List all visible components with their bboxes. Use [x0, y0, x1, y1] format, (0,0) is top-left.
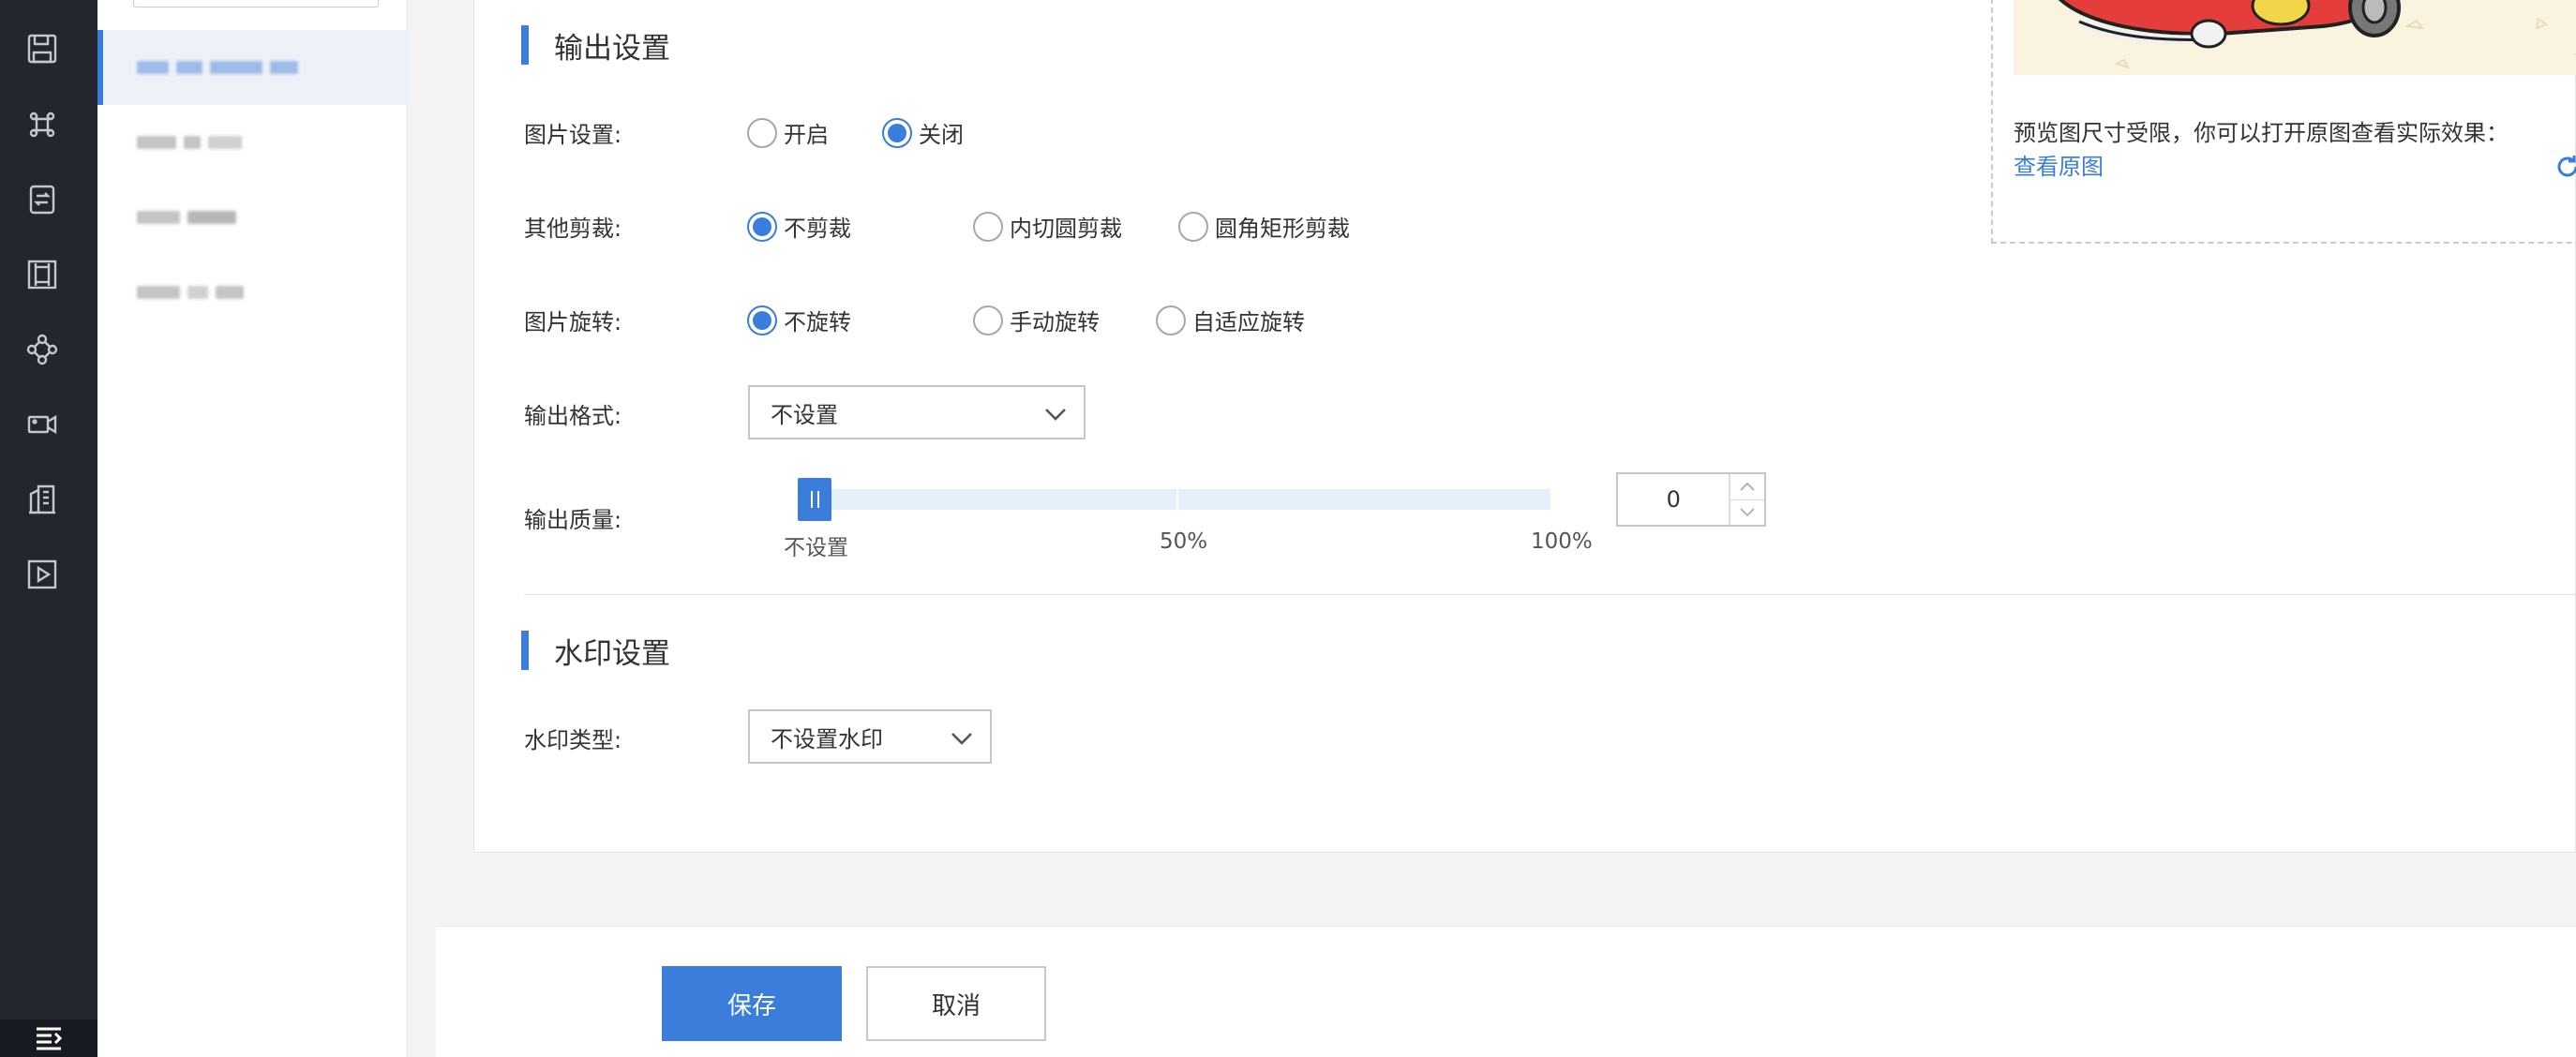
nav-item[interactable]: [97, 105, 408, 180]
format-label: 输出格式:: [524, 403, 622, 429]
radio-circle: [973, 211, 1003, 242]
watermark-settings-title: 水印设置: [521, 631, 670, 671]
watermark-select-value: 不设置水印: [771, 725, 883, 752]
watermark-type-label: 水印类型:: [524, 727, 622, 753]
radio-circle: [747, 117, 777, 148]
radio-label: 不旋转: [784, 309, 851, 335]
radio-label: 内切圆剪裁: [1010, 216, 1122, 242]
quality-slider-track[interactable]: [802, 489, 1550, 510]
nav-item[interactable]: [97, 180, 408, 255]
radio-manual-rotate[interactable]: 手动旋转: [973, 304, 1100, 336]
radio-image-off[interactable]: 关闭: [882, 116, 964, 149]
radio-label: 不剪裁: [784, 216, 851, 242]
format-select-value: 不设置: [771, 401, 838, 428]
slider-tick-mark: [1176, 489, 1178, 510]
icon-rail: [0, 0, 97, 1057]
radio-circle: [747, 305, 777, 335]
play-icon[interactable]: [24, 557, 60, 592]
radio-circle: [882, 117, 912, 148]
increment-icon[interactable]: [1730, 474, 1764, 499]
tick-label-max: 100%: [1531, 529, 1593, 554]
quality-slider-handle[interactable]: [798, 478, 831, 521]
preview-box: 预览图尺寸受限，你可以打开原图查看实际效果： 查看原图 刷新: [1991, 0, 2576, 244]
radio-rounded-rect-crop[interactable]: 圆角矩形剪裁: [1178, 210, 1350, 243]
radio-no-rotate[interactable]: 不旋转: [747, 304, 851, 336]
nav-item-active[interactable]: [97, 30, 408, 105]
radio-circle: [1178, 211, 1208, 242]
chevron-down-icon: [951, 727, 973, 746]
chevron-down-icon: [1044, 403, 1067, 422]
radio-auto-rotate[interactable]: 自适应旋转: [1156, 304, 1305, 336]
preview-note: 预览图尺寸受限，你可以打开原图查看实际效果：: [2014, 120, 2509, 146]
radio-label: 自适应旋转: [1192, 309, 1305, 335]
transcode-icon[interactable]: [24, 182, 60, 217]
refresh-button[interactable]: 刷新: [2554, 150, 2576, 183]
view-original-link[interactable]: 查看原图: [2014, 148, 2104, 181]
tick-label-mid: 50%: [1160, 529, 1208, 554]
radio-no-crop[interactable]: 不剪裁: [747, 210, 851, 243]
blurred-label: [137, 136, 242, 149]
cancel-button[interactable]: 取消: [866, 966, 1046, 1041]
network-icon[interactable]: [24, 332, 60, 367]
tick-label-min: 不设置: [784, 536, 848, 560]
save-button[interactable]: 保存: [662, 966, 842, 1041]
radio-label: 开启: [784, 122, 829, 148]
frame-icon[interactable]: [24, 257, 60, 292]
blurred-label: [137, 286, 244, 299]
rotation-label: 图片旋转:: [524, 309, 622, 335]
nav-search-box[interactable]: [133, 0, 379, 7]
preview-image: [2014, 0, 2576, 75]
radio-label: 手动旋转: [1010, 309, 1100, 335]
app-root: 输出设置 图片设置: 开启 关闭 其他剪裁: 不剪裁 内切圆剪裁 圆角矩形剪裁 …: [0, 0, 2576, 1057]
command-icon[interactable]: [24, 107, 60, 142]
blurred-label: [137, 211, 236, 224]
radio-circle-crop[interactable]: 内切圆剪裁: [973, 210, 1122, 243]
secondary-nav: [97, 0, 408, 1057]
watermark-type-select[interactable]: 不设置水印: [748, 709, 992, 764]
building-icon[interactable]: [24, 482, 60, 517]
decrement-icon[interactable]: [1730, 499, 1764, 526]
nav-item[interactable]: [97, 255, 408, 330]
output-settings-title: 输出设置: [521, 25, 670, 66]
settings-panel: 输出设置 图片设置: 开启 关闭 其他剪裁: 不剪裁 内切圆剪裁 圆角矩形剪裁 …: [473, 0, 2576, 853]
blurred-label: [137, 61, 298, 74]
image-setting-label: 图片设置:: [524, 122, 622, 148]
format-select[interactable]: 不设置: [748, 385, 1086, 439]
main-content: 输出设置 图片设置: 开启 关闭 其他剪裁: 不剪裁 内切圆剪裁 圆角矩形剪裁 …: [408, 0, 2576, 1057]
quality-number-input[interactable]: 0: [1616, 472, 1766, 527]
camera-icon[interactable]: [24, 407, 60, 442]
refresh-icon: [2557, 155, 2576, 176]
radio-circle: [1156, 305, 1186, 335]
crop-label: 其他剪裁:: [524, 216, 622, 242]
quality-number-value[interactable]: 0: [1618, 474, 1729, 525]
radio-image-on[interactable]: 开启: [747, 116, 829, 149]
stepper: [1729, 474, 1764, 525]
radio-label: 关闭: [919, 122, 964, 148]
radio-circle: [973, 305, 1003, 335]
section-divider: [524, 594, 2576, 595]
radio-circle: [747, 211, 777, 242]
menu-collapse-icon[interactable]: [0, 1020, 97, 1057]
footer-bar: 保存 取消: [436, 926, 2576, 1057]
quality-label: 输出质量:: [524, 507, 622, 533]
radio-label: 圆角矩形剪裁: [1215, 216, 1350, 242]
save-icon[interactable]: [24, 31, 60, 67]
